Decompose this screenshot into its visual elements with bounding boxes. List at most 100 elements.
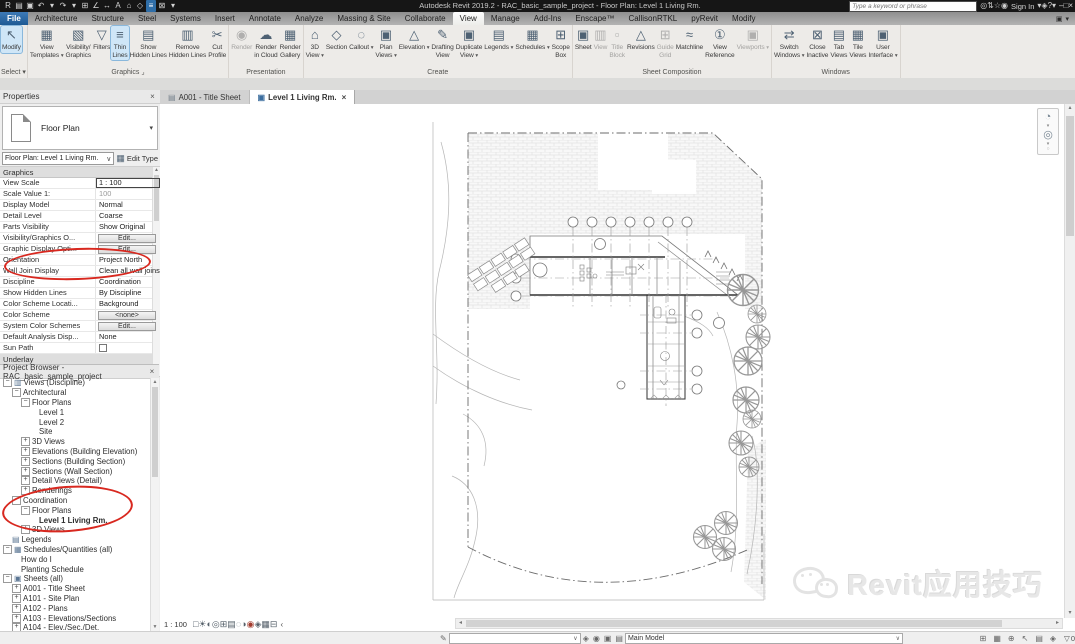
ribbon-tab-architecture[interactable]: Architecture xyxy=(28,12,85,25)
view-tab-a001-title-sheet[interactable]: ▤A001 - Title Sheet xyxy=(160,90,250,104)
checkbox[interactable] xyxy=(99,344,107,352)
panel-display-icon[interactable]: ▣ xyxy=(1056,15,1063,23)
browser-item-architectural[interactable]: −Architectural xyxy=(0,388,151,398)
ribbon-button-cut-profile[interactable]: ✂CutProfile xyxy=(207,26,227,60)
scroll-up-icon[interactable]: ▲ xyxy=(153,167,160,174)
ribbon-button-sheet[interactable]: ▣Sheet xyxy=(574,26,593,53)
browser-item-level-1-living-rm[interactable]: Level 1 Living Rm. xyxy=(0,515,151,525)
ribbon-button-modify[interactable]: ↖Modify xyxy=(1,26,22,53)
property-edit-button[interactable]: Edit... xyxy=(98,322,156,331)
ribbon-button-view-templates[interactable]: ▦ViewTemplates ▾ xyxy=(29,26,65,60)
browser-item-a103-elevations-sections[interactable]: +A103 - Elevations/Sections xyxy=(0,613,151,623)
ribbon-tab-callisonrtkl[interactable]: CallisonRTKL xyxy=(621,12,684,25)
browser-item-elevations-building-elevation[interactable]: +Elevations (Building Elevation) xyxy=(0,447,151,457)
window-a-icon[interactable]: ▣ xyxy=(604,634,612,643)
type-selector[interactable]: Floor Plan ▾ xyxy=(2,106,158,150)
press-drag-icon[interactable]: ◈ xyxy=(1050,634,1056,643)
undo-icon[interactable]: ↶ xyxy=(36,0,46,12)
ribbon-tab-steel[interactable]: Steel xyxy=(131,12,163,25)
browser-item-schedules-quantities-all[interactable]: −▦Schedules/Quantities (all) xyxy=(0,545,151,555)
ribbon-tab-annotate[interactable]: Annotate xyxy=(242,12,288,25)
drag-on-selection-icon[interactable]: ↖ xyxy=(1022,634,1029,643)
filter-indicator[interactable]: ▽ 0 xyxy=(1064,634,1075,643)
expand-icon[interactable]: + xyxy=(21,457,30,466)
browser-item-site[interactable]: Site xyxy=(0,427,151,437)
property-edit-button[interactable]: Edit... xyxy=(98,234,156,243)
section-header-graphics[interactable]: Graphics⌃ xyxy=(0,167,160,178)
select-links-icon[interactable]: ⊞ xyxy=(980,634,987,643)
temporary-view-properties-icon[interactable]: ▦ xyxy=(261,619,270,629)
ribbon-tab-file[interactable]: File xyxy=(0,12,28,25)
close-button[interactable]: × xyxy=(1068,1,1073,10)
expand-icon[interactable]: + xyxy=(21,447,30,456)
collapse-icon[interactable]: ‹ xyxy=(280,620,283,629)
wheel-dropdown-icon[interactable]: ▾ xyxy=(1047,124,1050,128)
ribbon-button-tab-views[interactable]: ▤TabViews xyxy=(829,26,848,60)
collapse-icon[interactable]: − xyxy=(3,378,12,387)
undo-dropdown-icon[interactable]: ▾ xyxy=(47,0,57,12)
ribbon-tab-add-ins[interactable]: Add-Ins xyxy=(527,12,569,25)
scrollbar-thumb[interactable] xyxy=(466,620,1002,627)
browser-item-a102-plans[interactable]: +A102 - Plans xyxy=(0,603,151,613)
ribbon-button-render-gallery[interactable]: ▦RenderGallery xyxy=(279,26,302,60)
property-edit-button[interactable]: <none> xyxy=(98,311,156,320)
expand-icon[interactable]: + xyxy=(21,476,30,485)
collapse-icon[interactable]: − xyxy=(12,388,21,397)
browser-item-floor-plans[interactable]: −Floor Plans xyxy=(0,505,151,515)
ribbon-tab-structure[interactable]: Structure xyxy=(84,12,130,25)
scale-button[interactable]: 1 : 100 xyxy=(164,620,187,629)
scroll-down-icon[interactable]: ▼ xyxy=(151,623,159,631)
collapse-icon[interactable]: − xyxy=(3,574,12,583)
browser-item-floor-plans[interactable]: −Floor Plans xyxy=(0,398,151,408)
property-edit-button[interactable]: Edit... xyxy=(98,245,156,254)
select-pinned-icon[interactable]: ⊕ xyxy=(1008,634,1015,643)
ribbon-button-show-hidden-lines[interactable]: ▤ShowHidden Lines xyxy=(129,26,168,60)
ribbon-tab-modify[interactable]: Modify xyxy=(725,12,763,25)
ribbon-button-render-in-cloud[interactable]: ☁Renderin Cloud xyxy=(253,26,278,60)
browser-item-views-discipline[interactable]: −▥Views (Discipline) xyxy=(0,378,151,388)
ribbon-button-view-reference[interactable]: ①ViewReference xyxy=(704,26,736,60)
ribbon-tab-systems[interactable]: Systems xyxy=(163,12,208,25)
text-icon[interactable]: A xyxy=(113,0,123,12)
select-underlay-icon[interactable]: ▦ xyxy=(993,634,1001,643)
browser-item-sheets-all[interactable]: −▣Sheets (all) xyxy=(0,574,151,584)
open-icon[interactable]: ▤ xyxy=(14,0,24,12)
browser-item-how-do-i[interactable]: How do I xyxy=(0,554,151,564)
save-icon[interactable]: ▣ xyxy=(25,0,35,12)
expand-icon[interactable]: + xyxy=(21,437,30,446)
section-icon[interactable]: ◇ xyxy=(135,0,145,12)
ribbon-tab-view[interactable]: View xyxy=(453,12,484,25)
browser-item-level-2[interactable]: Level 2 xyxy=(0,417,151,427)
expand-icon[interactable]: + xyxy=(12,584,21,593)
expand-icon[interactable]: + xyxy=(12,623,21,631)
aligned-dimension-icon[interactable]: ↔ xyxy=(102,0,112,12)
browser-item-a001-title-sheet[interactable]: +A001 - Title Sheet xyxy=(0,584,151,594)
ribbon-button-scope-box[interactable]: ⊞ScopeBox xyxy=(551,26,571,60)
expand-icon[interactable]: + xyxy=(21,467,30,476)
search-input[interactable] xyxy=(850,3,976,10)
active-workset-combo[interactable]: Main Model∨ xyxy=(625,633,903,644)
ribbon-button-user-interface[interactable]: ▣UserInterface ▾ xyxy=(867,26,898,60)
ribbon-button-legends[interactable]: ▤Legends ▾ xyxy=(483,26,514,53)
collapse-icon[interactable]: − xyxy=(3,545,12,554)
close-hidden-windows-icon[interactable]: ⊠ xyxy=(157,0,167,12)
expand-icon[interactable]: + xyxy=(21,486,30,495)
expand-icon[interactable]: + xyxy=(12,604,21,613)
ribbon-button-switch-windows[interactable]: ⇄SwitchWindows ▾ xyxy=(773,26,805,60)
ribbon-button-callout[interactable]: ◌Callout ▾ xyxy=(348,26,374,53)
customize-dropdown-icon[interactable]: ▾ xyxy=(168,0,178,12)
close-browser-icon[interactable]: × xyxy=(148,367,156,376)
ribbon-collapse-caret-icon[interactable]: ▾ xyxy=(1065,15,1069,23)
horizontal-scrollbar[interactable]: ◂ ▸ xyxy=(455,618,1063,629)
vertical-scrollbar[interactable]: ▴ ▾ xyxy=(1064,104,1075,618)
browser-item-legends[interactable]: ▤Legends xyxy=(0,535,151,545)
ribbon-tab-pyrevit[interactable]: pyRevit xyxy=(684,12,725,25)
browser-item-coordination[interactable]: −Coordination xyxy=(0,496,151,506)
floor-plan-drawing[interactable] xyxy=(160,104,1065,618)
collapse-icon[interactable]: − xyxy=(12,496,21,505)
ribbon-button-matchline[interactable]: ≈Matchline xyxy=(675,26,704,53)
close-properties-icon[interactable]: × xyxy=(148,92,157,101)
edit-type-button[interactable]: ▦ Edit Type xyxy=(116,153,158,164)
collapse-icon[interactable]: − xyxy=(21,398,30,407)
thin-lines-icon[interactable]: ≡ xyxy=(146,0,156,12)
